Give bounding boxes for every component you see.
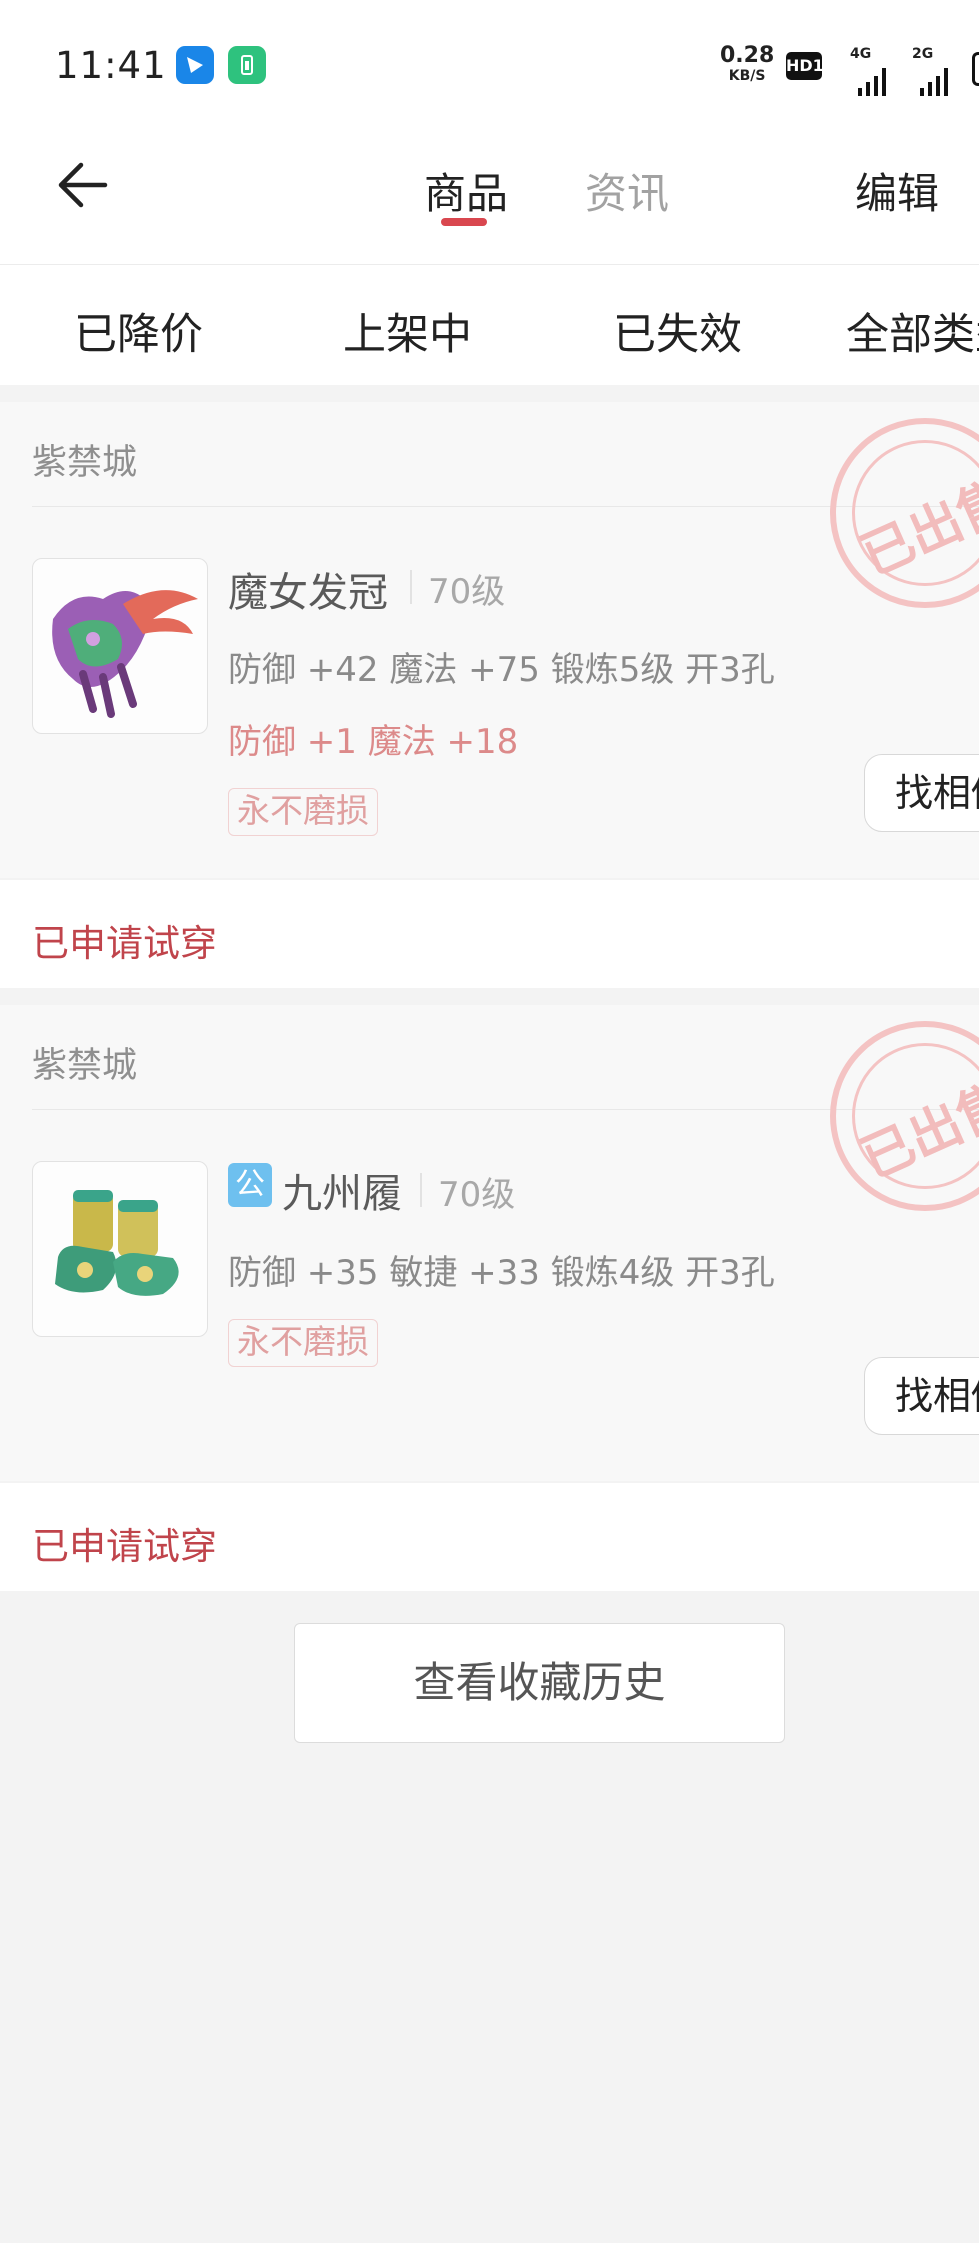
try-on-status: 已申请试穿: [32, 1525, 217, 1568]
filter-expired[interactable]: 已失效: [613, 300, 742, 362]
net-speed-unit: KB/S: [728, 68, 766, 84]
status-bar: 11:41 0.28 KB/S HD1 4G 2G: [0, 0, 979, 130]
arrow-left-icon: [58, 162, 108, 208]
status-time: 11:41: [55, 44, 167, 87]
tab-goods[interactable]: 商品: [424, 160, 508, 221]
item-bonus: 防御 +1 魔法 +18: [228, 722, 519, 762]
top-nav-bar: 商品 资讯 编辑: [0, 130, 979, 265]
item-level: 70级: [428, 572, 506, 612]
tab-news[interactable]: 资讯: [585, 160, 669, 221]
filter-on-shelf[interactable]: 上架中: [343, 300, 472, 362]
card-footer: 已申请试穿: [0, 880, 979, 988]
signal-2g-label: 2G: [912, 46, 934, 62]
find-similar-button[interactable]: 找相似: [864, 1357, 979, 1435]
sold-stamp: 已出售: [830, 1021, 979, 1211]
net-speed-value: 0.28: [720, 43, 775, 68]
edit-button[interactable]: 编辑: [855, 160, 939, 221]
find-similar-button[interactable]: 找相似: [864, 754, 979, 832]
server-name: 紫禁城: [32, 443, 138, 483]
filter-all-types[interactable]: 全部类型: [846, 300, 979, 362]
filter-price-dropped[interactable]: 已降价: [74, 300, 203, 362]
favorite-item-card[interactable]: 紫禁城 已出售 魔女发冠 70级 防御 +42 魔法 +75 锻炼5级 开3孔 …: [0, 402, 979, 878]
hd-badge: HD1: [786, 52, 824, 80]
filter-bar: 已降价 上架中 已失效 全部类型: [0, 265, 979, 385]
feishu-app-icon: [176, 46, 214, 84]
favorite-item-card[interactable]: 紫禁城 已出售 公 九州履 70级 防御 +35 敏捷 +33 锻炼4级 开3孔…: [0, 1005, 979, 1481]
view-favorite-history-button[interactable]: 查看收藏历史: [294, 1623, 785, 1743]
witch-crown-icon: [32, 558, 208, 734]
battery-icon: [972, 52, 979, 86]
durability-tag: 永不磨损: [228, 788, 378, 836]
jiuzhou-boots-icon: [32, 1161, 208, 1337]
card-footer: 已申请试穿: [0, 1483, 979, 1591]
item-level: 70级: [438, 1175, 516, 1215]
durability-tag: 永不磨损: [228, 1319, 378, 1367]
active-tab-indicator: [441, 218, 487, 226]
official-badge: 公: [228, 1163, 272, 1207]
sold-stamp: 已出售: [830, 418, 979, 608]
try-on-status: 已申请试穿: [32, 922, 217, 965]
back-button[interactable]: [55, 155, 115, 215]
item-name: 九州履: [282, 1171, 402, 1217]
item-stats: 防御 +42 魔法 +75 锻炼5级 开3孔: [228, 650, 775, 690]
separator: [410, 570, 412, 604]
battery-app-icon: [228, 46, 266, 84]
net-speed: 0.28 KB/S: [720, 43, 775, 86]
server-name: 紫禁城: [32, 1046, 138, 1086]
item-name: 魔女发冠: [228, 570, 388, 616]
signal-4g-label: 4G: [850, 46, 872, 62]
item-stats: 防御 +35 敏捷 +33 锻炼4级 开3孔: [228, 1253, 775, 1293]
separator: [420, 1173, 422, 1207]
